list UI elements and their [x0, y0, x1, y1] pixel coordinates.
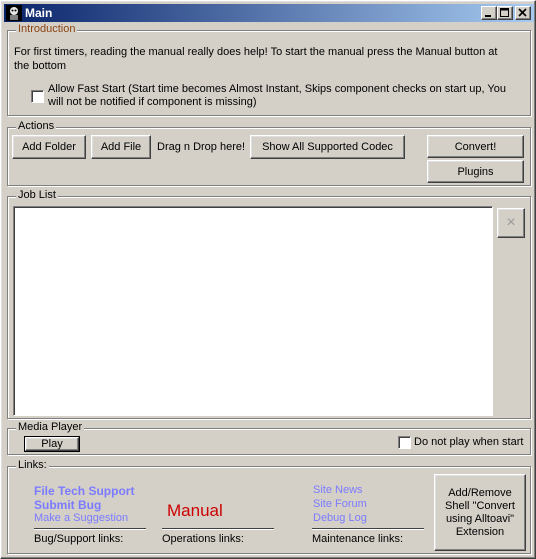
window-title: Main — [25, 6, 53, 20]
site-forum-link[interactable]: Site Forum — [313, 498, 367, 510]
links-group: Links: File Tech Support Submit Bug Make… — [7, 459, 531, 554]
maximize-button[interactable] — [497, 6, 513, 20]
minimize-icon — [485, 15, 491, 17]
no-play-label: Do not play when start — [414, 436, 524, 448]
make-suggestion-link[interactable]: Make a Suggestion — [34, 512, 128, 524]
debug-log-link[interactable]: Debug Log — [313, 512, 367, 524]
actions-group: Actions Add Folder Add File Drag n Drop … — [7, 120, 531, 186]
actions-title: Actions — [16, 120, 57, 132]
add-folder-button[interactable]: Add Folder — [12, 135, 86, 159]
fast-start-checkbox[interactable] — [31, 90, 44, 103]
app-icon — [6, 5, 22, 21]
maximize-icon — [500, 8, 509, 17]
no-play-checkbox[interactable] — [398, 436, 411, 449]
main-window: Main Introduction For first timers, read… — [0, 0, 536, 559]
introduction-group: Introduction For first timers, reading t… — [7, 23, 531, 116]
title-bar[interactable]: Main — [4, 4, 534, 22]
minimize-button[interactable] — [481, 6, 497, 20]
close-icon — [518, 8, 527, 17]
drag-drop-label: Drag n Drop here! — [157, 141, 246, 153]
plugins-button[interactable]: Plugins — [427, 160, 524, 183]
add-file-button[interactable]: Add File — [91, 135, 151, 159]
close-button[interactable] — [515, 6, 531, 20]
remove-job-button[interactable]: × — [497, 208, 525, 238]
submit-bug-link[interactable]: Submit Bug — [34, 498, 101, 512]
maintenance-divider — [312, 528, 424, 530]
bug-support-divider — [34, 528, 146, 530]
manual-link[interactable]: Manual — [167, 501, 223, 521]
operations-caption: Operations links: — [162, 533, 244, 545]
maintenance-caption: Maintenance links: — [312, 533, 404, 545]
introduction-title: Introduction — [16, 23, 78, 35]
job-list-group: Job List × — [7, 189, 531, 419]
shell-extension-button[interactable]: Add/Remove Shell "Convert using Alltoavi… — [434, 474, 526, 551]
show-supported-codec-button[interactable]: Show All Supported Codec — [250, 135, 405, 159]
convert-button[interactable]: Convert! — [427, 135, 524, 158]
remove-icon: × — [506, 214, 516, 231]
media-player-group: Media Player Play Do not play when start — [7, 421, 531, 455]
operations-divider — [162, 528, 274, 530]
file-tech-support-link[interactable]: File Tech Support — [34, 484, 134, 498]
job-list-box[interactable] — [13, 206, 493, 416]
links-title: Links: — [16, 459, 49, 471]
fast-start-label: Allow Fast Start (Start time becomes Alm… — [48, 83, 506, 108]
site-news-link[interactable]: Site News — [313, 484, 363, 496]
media-player-title: Media Player — [16, 421, 85, 433]
play-button[interactable]: Play — [24, 436, 80, 452]
introduction-text: For first timers, reading the manual rea… — [14, 46, 498, 72]
job-list-title: Job List — [16, 189, 58, 201]
bug-support-caption: Bug/Support links: — [34, 533, 124, 545]
